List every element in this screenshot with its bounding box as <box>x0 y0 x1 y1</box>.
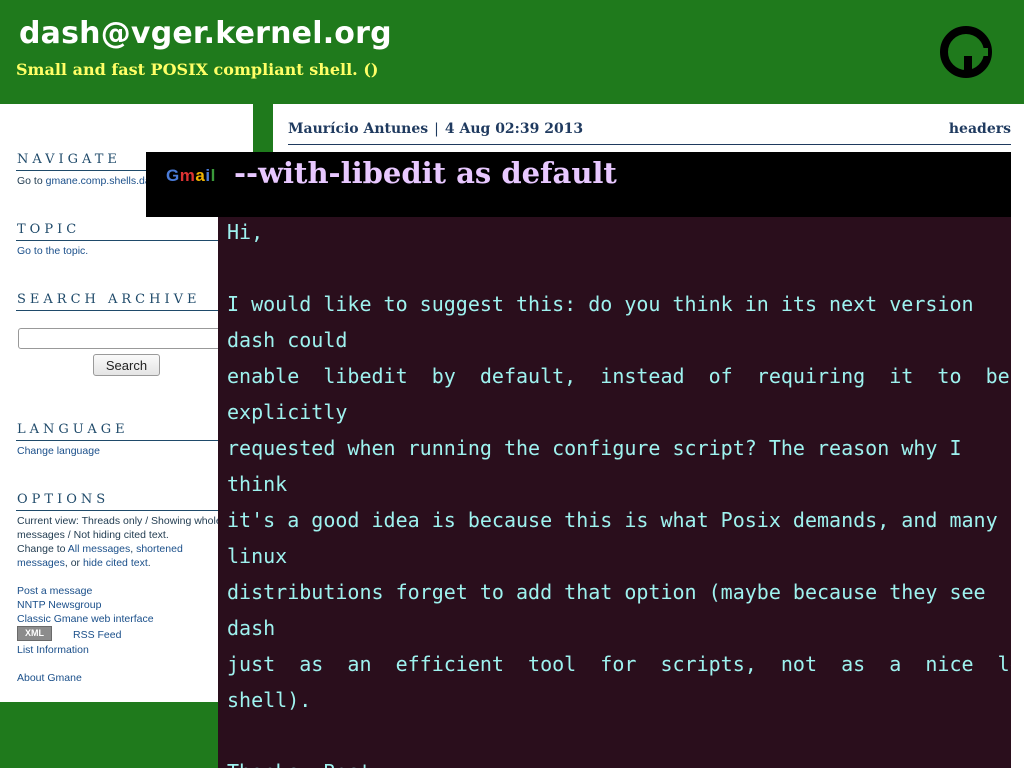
language-heading: LANGUAGE <box>17 422 129 437</box>
topic-rule <box>16 240 218 241</box>
current-view-line1: Current view: Threads only / Showing who… <box>17 515 222 527</box>
headers-link[interactable]: headers <box>949 121 1011 137</box>
nntp-link[interactable]: NNTP Newsgroup <box>17 599 101 611</box>
sidebar-footer-band <box>0 702 220 768</box>
rss-feed-link[interactable]: RSS Feed <box>73 629 121 641</box>
hide-cited-link[interactable]: hide cited text <box>83 557 148 569</box>
message-body-line: think <box>227 472 288 496</box>
list-information-link[interactable]: List Information <box>17 644 89 656</box>
options-rule <box>16 510 218 511</box>
message-date: 4 Aug 02:39 2013 <box>444 121 584 137</box>
right-margin <box>1011 104 1024 768</box>
navigate-goto-prefix: Go to <box>17 175 46 187</box>
list-info-line: List Information <box>17 643 89 657</box>
topic-heading: TOPIC <box>17 222 81 237</box>
message-body-line: explicitly <box>227 400 348 424</box>
byline-separator: | <box>434 121 439 137</box>
meta-rule <box>288 144 1011 145</box>
message-byline: Maurício Antunes | 4 Aug 02:39 2013 <box>288 121 583 137</box>
about-gmane-link[interactable]: About Gmane <box>17 672 82 684</box>
message-body-line: Thanks, Best <box>227 760 372 768</box>
gmane-logo-icon[interactable] <box>940 26 992 78</box>
search-heading: SEARCH ARCHIVE <box>17 292 201 307</box>
message-body-line: it's a good idea is because this is what… <box>227 508 998 532</box>
language-line: Change language <box>17 444 100 458</box>
change-end: . <box>147 557 151 569</box>
message-body-line: just as an efficient tool for scripts, n… <box>227 652 1011 676</box>
message-meta-bar: Maurício Antunes | 4 Aug 02:39 2013 header… <box>273 104 1024 152</box>
message-subject: --with-libedit as default <box>234 156 617 190</box>
change-or: , or <box>64 557 83 569</box>
message-body-line: distributions forget to add that option … <box>227 580 986 604</box>
options-heading: OPTIONS <box>17 492 110 507</box>
message-body-line: requested when running the configure scr… <box>227 436 962 460</box>
search-rule <box>16 310 218 311</box>
current-view-line2: messages / Not hiding cited text. <box>17 529 169 541</box>
search-button[interactable]: Search <box>93 354 160 376</box>
language-rule <box>16 440 218 441</box>
message-body-line: linux <box>227 544 288 568</box>
post-message-link[interactable]: Post a message <box>17 585 92 597</box>
classic-line: Classic Gmane web interface <box>17 612 154 626</box>
all-messages-link[interactable]: All messages <box>68 543 130 555</box>
message-body-line: shell). <box>227 688 312 712</box>
message-body-line: enable libedit by default, instead of re… <box>227 364 1010 388</box>
message-body: Hi, I would like to suggest this: do you … <box>218 217 1011 768</box>
shortened-messages-link[interactable]: messages <box>17 557 65 569</box>
about-line: About Gmane <box>17 671 82 685</box>
search-input[interactable] <box>18 328 250 349</box>
xml-feed-icon[interactable]: XML <box>17 626 52 641</box>
message-body-line: dash could <box>227 328 348 352</box>
site-title[interactable]: dash@vger.kernel.org <box>19 16 392 51</box>
topic-line: Go to the topic. <box>17 244 88 258</box>
site-header: dash@vger.kernel.org Small and fast POSI… <box>0 0 1024 104</box>
navigate-goto: Go to gmane.comp.shells.dash <box>17 174 162 188</box>
navigate-heading: NAVIGATE <box>17 152 121 167</box>
message-body-line: I would like to suggest this: do you thi… <box>227 292 974 316</box>
author-name[interactable]: Maurício Antunes <box>288 121 428 137</box>
change-to-prefix: Change to <box>17 543 68 555</box>
subject-bar: Gmail --with-libedit as default <box>146 152 1011 217</box>
nntp-line: NNTP Newsgroup <box>17 598 101 612</box>
current-view-text: Current view: Threads only / Showing who… <box>17 514 232 570</box>
classic-interface-link[interactable]: Classic Gmane web interface <box>17 613 154 625</box>
post-message-line: Post a message <box>17 584 92 598</box>
gmail-logo-icon[interactable]: Gmail <box>166 166 216 186</box>
message-body-line: dash <box>227 616 276 640</box>
shortened-link[interactable]: shortened <box>136 543 183 555</box>
site-subtitle: Small and fast POSIX compliant shell. () <box>16 60 379 79</box>
topic-link[interactable]: Go to the topic. <box>17 245 88 257</box>
group-link[interactable]: gmane.comp.shells.dash <box>46 175 162 187</box>
rss-line: RSS Feed <box>73 628 121 642</box>
message-body-line: Hi, <box>227 220 264 244</box>
change-language-link[interactable]: Change language <box>17 445 100 457</box>
